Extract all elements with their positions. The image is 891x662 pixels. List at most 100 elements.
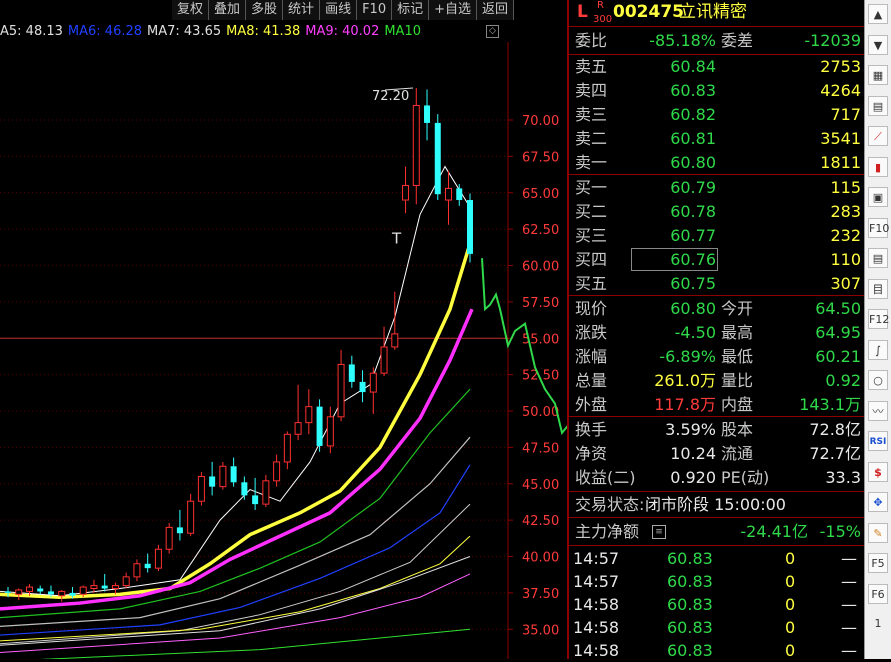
- toolbar-button-8[interactable]: 返回: [477, 0, 515, 20]
- quote-value: -4.50: [674, 323, 716, 342]
- stat-label: 净资: [575, 444, 608, 463]
- grid-icon[interactable]: ▦: [868, 65, 888, 85]
- moving-average-bar: A5: 48.13 MA6: 46.28 MA7: 43.65 MA8: 41.38 M…: [0, 22, 506, 42]
- candle-body: [144, 563, 151, 569]
- tick-price: 60.83: [667, 572, 713, 591]
- candle-body: [326, 416, 334, 447]
- toolbar-button-2[interactable]: 多股: [246, 0, 284, 20]
- status-value: 闭市阶段 15:00:00: [645, 495, 786, 514]
- y-tick-label: 40.00: [522, 551, 559, 566]
- bid-row[interactable]: 买一 60.79 115: [569, 176, 864, 199]
- f10b-icon[interactable]: ▤: [868, 248, 888, 268]
- level-volume: 307: [830, 274, 861, 293]
- tick-flag: —: [841, 595, 857, 614]
- stat-row: 换手 3.59% 股本 72.8亿: [569, 418, 864, 441]
- pencil-icon[interactable]: ✎: [868, 522, 888, 543]
- report-icon[interactable]: ▤: [868, 95, 888, 116]
- quote-label-2: 最低: [721, 347, 754, 366]
- f5-icon[interactable]: F5: [868, 553, 888, 573]
- f7-icon[interactable]: ∫: [868, 339, 888, 360]
- level-label: 卖三: [575, 105, 608, 124]
- toolbar-button-5[interactable]: F10: [357, 0, 393, 20]
- line-chart-icon[interactable]: ⟋: [868, 126, 888, 146]
- candle-body: [69, 592, 76, 596]
- down-arrow-icon[interactable]: ▼: [868, 34, 888, 55]
- candle-body: [241, 482, 248, 496]
- toolbar-button-3[interactable]: 统计: [283, 0, 321, 20]
- toolbar-button-0[interactable]: 复权: [172, 0, 210, 20]
- f12-icon[interactable]: F12: [868, 309, 889, 329]
- stock-code: 002475: [613, 2, 684, 22]
- weicha-value: -12039: [804, 31, 861, 50]
- ask-row[interactable]: 卖五 60.84 2753: [569, 55, 864, 78]
- y-tick-label: 37.50: [522, 587, 559, 602]
- y-tick-label: 67.50: [522, 150, 559, 165]
- candle-body: [359, 381, 366, 393]
- f10-icon[interactable]: F10: [868, 217, 889, 238]
- tick-row: 14:57 60.83 0 —: [569, 547, 864, 570]
- candle-icon[interactable]: ▮: [868, 156, 888, 177]
- quote-label: 涨跌: [575, 323, 608, 342]
- toolbar-button-6[interactable]: 标记: [392, 0, 430, 20]
- candle-body: [47, 591, 54, 595]
- stat-label-2: 流通: [721, 444, 754, 463]
- stock-name: 立讯精密: [679, 2, 747, 22]
- candle-body: [412, 104, 420, 186]
- ask-row[interactable]: 卖一 60.80 1811: [569, 151, 864, 174]
- candle-body: [273, 461, 281, 482]
- level-label: 买五: [575, 274, 608, 293]
- candle-body: [369, 372, 377, 393]
- level-volume: 3541: [820, 129, 861, 148]
- ma-label-3: MA8: 41.38: [226, 24, 301, 39]
- diamond-icon[interactable]: ◇: [486, 25, 499, 38]
- window-icon[interactable]: ▣: [868, 187, 888, 207]
- list-icon[interactable]: ≡: [652, 525, 666, 539]
- stat-row: 净资 10.24 流通 72.7亿: [569, 442, 864, 465]
- main-fund-label: 主力净额: [575, 522, 640, 541]
- tick-row: 14:58 60.83 0 —: [569, 593, 864, 616]
- bid-row[interactable]: 买三 60.77 232: [569, 224, 864, 247]
- move-icon[interactable]: ✥: [868, 492, 888, 512]
- toolbar-button-1[interactable]: 叠加: [209, 0, 247, 20]
- circle-icon[interactable]: ○: [868, 370, 888, 390]
- bid-row[interactable]: 买四 60.76 110: [569, 248, 864, 271]
- toolbar-button-7[interactable]: +自选: [429, 0, 478, 20]
- ma-line-white-2: [0, 556, 471, 646]
- candle-body: [391, 333, 399, 348]
- bid-row[interactable]: 买二 60.78 283: [569, 200, 864, 223]
- price-chart[interactable]: 70.0067.5065.0062.5060.0057.5055.0052.50…: [0, 42, 568, 659]
- quote-label-2: 今开: [721, 299, 754, 318]
- main-fund-row[interactable]: 主力净额 ≡ -24.41亿 -15%: [569, 520, 864, 543]
- quote-value-2: 143.1万: [799, 395, 861, 414]
- candle-body: [230, 466, 237, 483]
- ask-row[interactable]: 卖三 60.82 717: [569, 103, 864, 126]
- ma-label-2: MA7: 43.65: [147, 24, 222, 39]
- f11-icon[interactable]: 目: [868, 278, 888, 299]
- ask-row[interactable]: 卖二 60.81 3541: [569, 127, 864, 150]
- bid-row[interactable]: 买五 60.75 307: [569, 272, 864, 295]
- dollar-icon[interactable]: $: [868, 461, 888, 482]
- up-arrow-icon[interactable]: ▲: [868, 4, 888, 24]
- y-tick-label: 47.50: [522, 441, 559, 456]
- level-price: 60.81: [670, 129, 716, 148]
- tick-flag: —: [841, 549, 857, 568]
- rsi-icon[interactable]: RSI: [868, 431, 888, 451]
- candle-body: [15, 589, 23, 595]
- level-label: 买一: [575, 178, 608, 197]
- page-number-icon[interactable]: 1: [868, 614, 888, 634]
- tick-price: 60.83: [667, 549, 713, 568]
- f6-icon[interactable]: F6: [868, 583, 888, 604]
- wave-icon[interactable]: 〰: [868, 400, 888, 421]
- candle-body: [456, 188, 463, 201]
- high-price-label: 72.20: [372, 89, 409, 104]
- level-price: 60.76: [631, 248, 718, 271]
- ask-row[interactable]: 卖四 60.83 4264: [569, 79, 864, 102]
- level-price: 60.83: [670, 81, 716, 100]
- toolbar-button-4[interactable]: 画线: [320, 0, 358, 20]
- candle-body: [402, 184, 410, 201]
- stat-row: 收益(二) 0.920 PE(动) 33.3: [569, 466, 864, 489]
- top-toolbar: 复权 叠加 多股 统计 画线 F10 标记 +自选 返回: [172, 0, 515, 20]
- y-tick-label: 57.50: [522, 296, 559, 311]
- quote-label: 现价: [575, 299, 608, 318]
- candle-body: [154, 548, 162, 569]
